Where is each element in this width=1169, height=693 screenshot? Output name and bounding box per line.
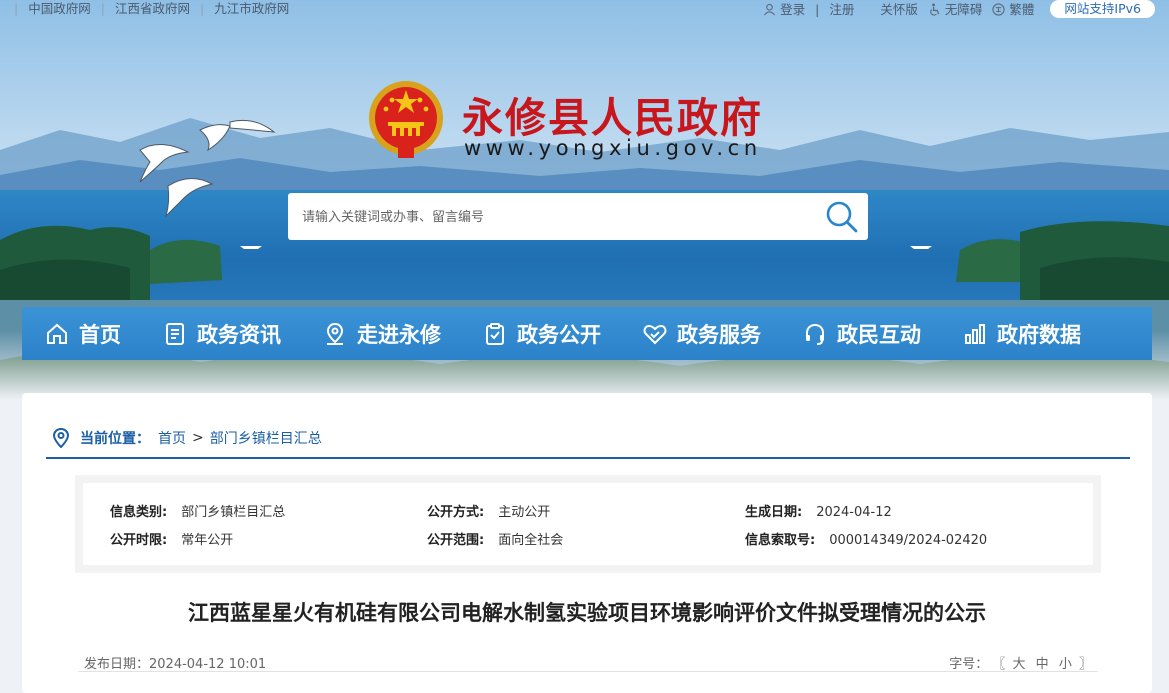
translate-icon bbox=[992, 2, 1006, 16]
nav-item-home[interactable]: 首页 bbox=[45, 307, 121, 360]
site-url: www.yongxiu.gov.cn bbox=[464, 136, 762, 160]
breadcrumb-home-link[interactable]: 首页 bbox=[158, 428, 186, 448]
font-size-large-button[interactable]: 大 bbox=[1013, 657, 1026, 672]
meta-key: 公开时限: bbox=[110, 533, 168, 548]
meta-date: 生成日期: 2024-04-12 bbox=[745, 501, 892, 520]
nav-item-services[interactable]: 政务服务 bbox=[643, 307, 761, 360]
search-input[interactable] bbox=[288, 193, 808, 240]
meta-scope: 公开范围: 面向全社会 bbox=[427, 529, 563, 548]
top-bar: | 中国政府网 | 江西省政府网 | 九江市政府网 登录 | 注册 关怀版 无障… bbox=[0, 0, 1169, 18]
meta-value: 主动公开 bbox=[498, 505, 551, 520]
site-logo[interactable]: 永修县人民政府 www.yongxiu.gov.cn bbox=[366, 78, 796, 168]
meta-value: 部门乡镇栏目汇总 bbox=[181, 505, 286, 520]
home-icon bbox=[47, 323, 67, 344]
accessible-label: 无障碍 bbox=[944, 1, 983, 17]
site-name: 永修县人民政府 bbox=[462, 94, 763, 142]
nav-item-data[interactable]: 政府数据 bbox=[963, 307, 1081, 360]
login-link[interactable]: 登录 bbox=[763, 1, 805, 18]
nav-label: 首页 bbox=[79, 322, 121, 347]
meta-value: 面向全社会 bbox=[498, 533, 564, 548]
meta-period: 公开时限: 常年公开 bbox=[110, 529, 233, 548]
nav-label: 政务公开 bbox=[517, 322, 601, 347]
meta-key: 信息索取号: bbox=[745, 533, 816, 548]
location-pin-icon bbox=[52, 428, 70, 448]
breadcrumb-separator: > bbox=[192, 430, 204, 446]
font-size-label: 字号： bbox=[949, 657, 989, 672]
headset-icon bbox=[806, 323, 824, 345]
main-navigation: 首页 政务资讯 走进永修 政务公开 政务服务 政民互动 政府数据 bbox=[22, 307, 1152, 360]
meta-key: 公开范围: bbox=[427, 533, 485, 548]
nav-label: 政府数据 bbox=[997, 322, 1081, 347]
search-icon[interactable] bbox=[824, 199, 860, 235]
external-links: | 中国政府网 | 江西省政府网 | 九江市政府网 bbox=[14, 0, 289, 17]
bar-chart-icon bbox=[965, 323, 985, 344]
document-icon bbox=[166, 322, 184, 345]
nav-item-interaction[interactable]: 政民互动 bbox=[803, 307, 921, 360]
meta-method: 公开方式: 主动公开 bbox=[427, 501, 550, 520]
clipboard-check-icon bbox=[486, 322, 504, 345]
divider: | bbox=[815, 1, 820, 17]
font-size-switcher: 字号： 〖 大 中 小 〗 bbox=[949, 653, 1092, 672]
publish-date-label: 发布日期： bbox=[84, 657, 150, 672]
meta-value: 000014349/2024-02420 bbox=[829, 533, 988, 548]
handshake-icon bbox=[643, 324, 667, 344]
nav-label: 政务服务 bbox=[677, 322, 761, 347]
link-jiangxi-gov[interactable]: 江西省政府网 bbox=[115, 0, 190, 17]
meta-value: 2024-04-12 bbox=[816, 505, 892, 520]
breadcrumb: 当前位置： 首页 > 部门乡镇栏目汇总 bbox=[52, 427, 322, 449]
link-separator: | bbox=[14, 1, 19, 16]
top-right-tools: 登录 | 注册 关怀版 无障碍 繁體 网站支持IPv6 bbox=[763, 0, 1155, 18]
traditional-chinese-link[interactable]: 繁體 bbox=[992, 1, 1034, 18]
location-icon bbox=[326, 322, 344, 345]
meta-key: 公开方式: bbox=[427, 505, 485, 520]
link-separator: | bbox=[199, 1, 205, 16]
meta-key: 生成日期: bbox=[745, 505, 803, 520]
content-card: 当前位置： 首页 > 部门乡镇栏目汇总 信息类别: 部门乡镇栏目汇总 公开方式: 主… bbox=[22, 393, 1152, 693]
bracket-open: 〖 bbox=[992, 657, 1006, 672]
font-size-medium-button[interactable]: 中 bbox=[1036, 657, 1049, 672]
breadcrumb-category-link[interactable]: 部门乡镇栏目汇总 bbox=[210, 428, 322, 448]
info-metadata-box: 信息类别: 部门乡镇栏目汇总 公开方式: 主动公开 生成日期: 2024-04-12 … bbox=[75, 475, 1101, 573]
care-mode-link[interactable]: 关怀版 bbox=[880, 1, 918, 18]
font-size-small-button[interactable]: 小 bbox=[1059, 657, 1072, 672]
register-link[interactable]: 注册 bbox=[829, 1, 854, 18]
bracket-close: 〗 bbox=[1078, 657, 1092, 672]
nav-item-news[interactable]: 政务资讯 bbox=[163, 307, 281, 360]
article-title: 江西蓝星星火有机硅有限公司电解水制氢实验项目环境影响评价文件拟受理情况的公示 bbox=[188, 601, 986, 625]
breadcrumb-divider bbox=[46, 457, 1130, 459]
nav-item-disclosure[interactable]: 政务公开 bbox=[483, 307, 601, 360]
login-label: 登录 bbox=[780, 1, 806, 17]
publish-date: 发布日期：2024-04-12 10:01 bbox=[84, 653, 266, 672]
user-icon bbox=[764, 3, 776, 15]
nav-label: 政务资讯 bbox=[197, 322, 281, 347]
meta-key: 信息类别: bbox=[110, 505, 168, 520]
meta-value: 常年公开 bbox=[181, 533, 234, 548]
publish-date-value: 2024-04-12 10:01 bbox=[149, 657, 267, 672]
link-china-gov[interactable]: 中国政府网 bbox=[28, 0, 91, 17]
accessibility-icon bbox=[930, 2, 940, 16]
nav-label: 政民互动 bbox=[837, 322, 921, 347]
info-metadata-table: 信息类别: 部门乡镇栏目汇总 公开方式: 主动公开 生成日期: 2024-04-12 … bbox=[83, 483, 1093, 565]
nav-label: 走进永修 bbox=[357, 322, 441, 347]
breadcrumb-label: 当前位置： bbox=[80, 431, 150, 447]
accessible-link[interactable]: 无障碍 bbox=[928, 1, 983, 18]
meta-category: 信息类别: 部门乡镇栏目汇总 bbox=[110, 501, 285, 520]
national-emblem-icon bbox=[369, 81, 443, 158]
nav-item-about[interactable]: 走进永修 bbox=[323, 307, 441, 360]
traditional-label: 繁體 bbox=[1009, 1, 1035, 17]
link-jiujiang-gov[interactable]: 九江市政府网 bbox=[214, 0, 289, 17]
publish-info-bar: 发布日期：2024-04-12 10:01 字号： 〖 大 中 小 〗 bbox=[78, 648, 1098, 672]
search-bar bbox=[288, 193, 868, 240]
meta-index: 信息索取号: 000014349/2024-02420 bbox=[745, 529, 987, 548]
ipv6-badge: 网站支持IPv6 bbox=[1050, 0, 1155, 18]
link-separator: | bbox=[100, 1, 105, 16]
